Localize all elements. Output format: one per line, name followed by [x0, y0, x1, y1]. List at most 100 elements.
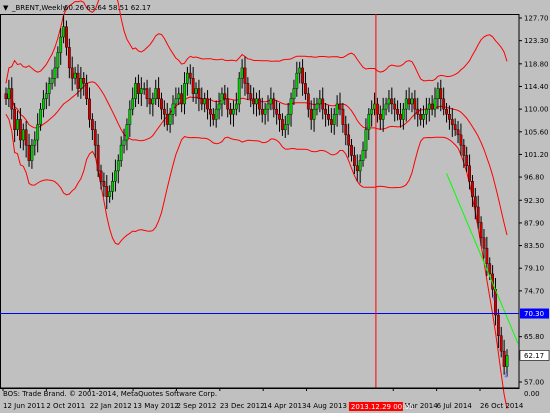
candle-body: [502, 350, 506, 367]
candle-body: [482, 237, 486, 249]
time-label: 6 Jul 2014: [437, 402, 473, 410]
candle-body: [151, 98, 155, 105]
candle-body: [465, 155, 469, 166]
candle-body: [10, 88, 14, 110]
candle-body: [384, 103, 388, 110]
candle-body: [139, 88, 143, 94]
candle-body: [505, 355, 509, 367]
candle-body: [234, 103, 238, 110]
candle-body: [88, 98, 91, 120]
candle-body: [278, 114, 281, 120]
candle-body: [358, 160, 362, 172]
price-label: 123.30: [524, 37, 549, 45]
candle-body: [79, 78, 83, 89]
trend-line[interactable]: [446, 173, 519, 344]
candle-body: [85, 83, 89, 100]
candle-body: [154, 88, 158, 100]
candle-body: [217, 103, 221, 110]
candle-body: [281, 119, 284, 130]
candle-body: [329, 119, 333, 125]
candle-body: [448, 114, 451, 120]
candle-body: [419, 114, 423, 120]
candle-body: [327, 114, 330, 120]
candle-body: [468, 165, 471, 182]
candle-body: [442, 98, 446, 110]
candle-body: [246, 83, 250, 94]
candle-body: [424, 108, 428, 115]
candle-body: [134, 83, 137, 100]
candle-body: [59, 36, 63, 53]
price-label: 79.10: [524, 265, 544, 273]
candle-body: [185, 72, 189, 84]
price-label: 127.70: [524, 15, 549, 23]
candle-body: [252, 98, 256, 105]
dropdown-icon[interactable]: ▼: [3, 4, 9, 12]
candle-body: [220, 93, 224, 105]
candle-body: [7, 88, 11, 100]
time-label: 4 Aug 2013: [307, 402, 347, 410]
candle-body: [396, 108, 399, 115]
candle-body: [188, 72, 192, 79]
candle-body: [105, 186, 109, 197]
candle-body: [312, 108, 316, 120]
candle-body: [76, 72, 80, 89]
chart-header: ▼ _BRENT,Weekly 60.26 63.64 58.51 62.17: [3, 4, 151, 12]
candle-body: [283, 124, 287, 130]
candle-body: [387, 98, 391, 105]
candle-body: [108, 191, 112, 197]
candle-body: [13, 108, 17, 130]
candle-body: [260, 108, 264, 115]
candle-body: [309, 108, 313, 120]
candle-body: [168, 114, 172, 125]
candle-body: [70, 67, 74, 79]
copyright-text: BOS: Trade Brand. © 2001-2014, MetaQuote…: [3, 390, 217, 398]
ohlc-values: 60.26 63.64 58.51 62.17: [64, 4, 151, 12]
candle-body: [286, 114, 290, 125]
candle-body: [145, 88, 149, 100]
candle-body: [119, 144, 123, 161]
price-label: 110.00: [524, 106, 549, 114]
candle-body: [301, 67, 304, 84]
candle-body: [160, 98, 163, 110]
candle-body: [433, 98, 437, 110]
candle-body: [191, 78, 195, 94]
candle-body: [315, 103, 319, 110]
candle-body: [62, 26, 65, 38]
candle-body: [111, 181, 114, 192]
candle-body: [338, 103, 342, 110]
candle-body: [439, 88, 443, 100]
candle-body: [53, 67, 57, 79]
candle-body: [96, 144, 100, 172]
candle-body: [450, 119, 454, 125]
candle-body: [318, 98, 322, 105]
candle-body: [341, 108, 345, 125]
price-label: 65.80: [524, 333, 544, 341]
candle-body: [194, 88, 198, 94]
price-chart[interactable]: ⇧ ⇩ 127.70 123.30 118.80 114.40 110.00 105.60 1…: [0, 0, 550, 413]
candle-body: [422, 114, 425, 120]
candle-body: [47, 83, 51, 94]
candle-body: [67, 47, 71, 69]
candle-body: [321, 98, 325, 110]
candle-body: [243, 67, 247, 84]
candle-body: [269, 98, 273, 105]
symbol-title: _BRENT,Weekly: [11, 4, 67, 12]
candle-body: [427, 103, 431, 110]
price-label: 96.80: [524, 174, 544, 182]
candle-body: [128, 108, 132, 125]
chart-window[interactable]: ⇧ ⇩ 127.70 123.30 118.80 114.40 110.00 105.60 1…: [0, 0, 550, 413]
candle-body: [209, 108, 212, 115]
candle-body: [137, 83, 140, 94]
candle-body: [361, 150, 365, 161]
candle-body: [114, 170, 117, 182]
candle-body: [304, 83, 307, 94]
candle-body: [33, 139, 37, 146]
candle-body: [148, 98, 152, 105]
candle-body: [73, 72, 77, 79]
candle-body: [335, 103, 339, 115]
candle-body: [410, 98, 414, 105]
time-label: 23 Dec 2012: [220, 402, 265, 410]
candle-body: [257, 98, 261, 110]
candle-body: [50, 78, 54, 84]
candle-body: [407, 98, 411, 105]
